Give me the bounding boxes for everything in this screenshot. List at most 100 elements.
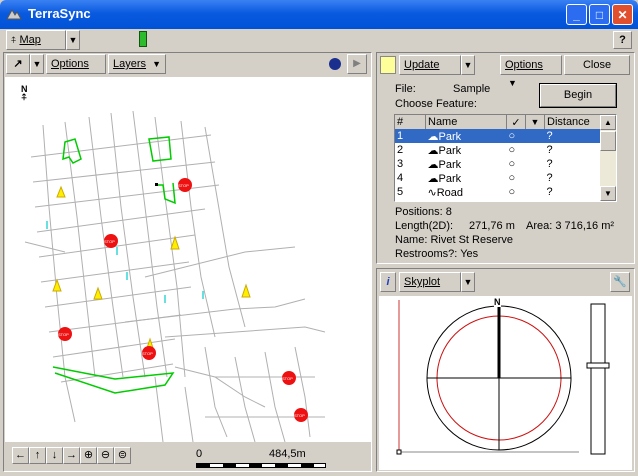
feature-list-header: # Name ✓ ▼ Distance xyxy=(395,115,601,129)
feature-list[interactable]: # Name ✓ ▼ Distance 1 ☁Park ○ ? 2 ☁Park … xyxy=(394,114,617,202)
play-button[interactable]: ▶ xyxy=(347,54,367,74)
table-row[interactable]: 1 ☁Park ○ ? xyxy=(395,129,601,143)
row-name: ☁Park xyxy=(426,171,507,185)
row-number: 2 xyxy=(397,144,404,156)
row-number: 4 xyxy=(397,172,404,184)
map-options-label: Options xyxy=(51,58,89,70)
stop-sign-label: STOP xyxy=(294,413,305,418)
map-canvas[interactable]: N ⍏ STOP STOP STOP STOP STOP STOP xyxy=(5,77,371,442)
table-row[interactable]: 5 ∿Road ○ ? xyxy=(395,185,601,199)
park-icon: ☁ xyxy=(427,172,439,185)
restrooms-text: Restrooms?: Yes xyxy=(395,248,479,260)
window-title: TerraSync xyxy=(28,6,91,21)
section-selector[interactable]: ⍏ Map xyxy=(6,30,66,50)
row-status-icon: ○ xyxy=(506,129,526,143)
scale-end-label: 484,5m xyxy=(269,448,306,460)
table-row[interactable]: 3 ☁Park ○ ? xyxy=(395,157,601,171)
feature-options-label: Options xyxy=(505,59,543,71)
pan-down-button[interactable]: ↓ xyxy=(46,447,63,464)
row-name: ☁Park xyxy=(426,157,507,171)
scale-start-label: 0 xyxy=(196,448,203,460)
zoom-out-button[interactable]: ⊖ xyxy=(97,447,114,464)
length-value: 271,76 m xyxy=(469,220,515,232)
row-distance: ? xyxy=(544,129,601,143)
row-distance: ? xyxy=(546,144,553,156)
skyplot-panel: i Skyplot ▼ 🔧 N xyxy=(376,268,635,472)
skyplot-view-label: Skyplot xyxy=(404,276,441,288)
scroll-thumb[interactable] xyxy=(600,131,616,151)
row-distance: ? xyxy=(546,172,553,184)
row-status-icon: ○ xyxy=(508,172,516,184)
row-name: ∿Road xyxy=(426,185,507,199)
update-label: Update xyxy=(404,59,440,71)
table-row[interactable]: 4 ☁Park ○ ? xyxy=(395,171,601,185)
gps-status-icon xyxy=(329,58,341,70)
row-name-text: Park xyxy=(438,144,462,157)
pan-left-button[interactable]: ← xyxy=(12,447,29,464)
feature-panel: Update ▼ Options ▼ Close File: Sample Ch… xyxy=(376,52,635,264)
wrench-icon[interactable]: 🔧 xyxy=(610,272,630,292)
map-options-button[interactable]: Options ▼ xyxy=(46,54,106,87)
select-tool-button[interactable]: ↗ xyxy=(6,54,30,74)
skyplot-drawing xyxy=(396,300,610,455)
help-button[interactable]: ? xyxy=(613,31,632,49)
maximize-button[interactable]: □ xyxy=(589,4,610,25)
stop-sign-label: STOP xyxy=(142,351,153,356)
col-check[interactable]: ✓ xyxy=(506,115,526,129)
section-label: Map xyxy=(19,34,41,46)
row-number: 3 xyxy=(397,158,404,170)
feature-name-text: Name: Rivet St Reserve xyxy=(395,234,513,246)
zoom-extents-button[interactable]: ⊜ xyxy=(114,447,131,464)
row-name-text: Park xyxy=(438,158,462,171)
update-dropdown[interactable]: ▼ xyxy=(461,55,475,75)
row-name-text: Road xyxy=(436,186,464,199)
row-name: ☁Park xyxy=(426,143,507,157)
row-status-icon: ○ xyxy=(508,144,516,156)
col-name[interactable]: Name xyxy=(425,115,507,129)
col-number[interactable]: # xyxy=(395,115,426,129)
choose-feature-label: Choose Feature: xyxy=(395,98,477,110)
table-row[interactable]: 2 ☁Park ○ ? xyxy=(395,143,601,157)
zoom-in-button[interactable]: ⊕ xyxy=(80,447,97,464)
minimize-button[interactable]: _ xyxy=(566,4,587,25)
elevation-slider-track xyxy=(590,303,606,455)
row-distance: ? xyxy=(546,186,553,198)
scroll-up-button[interactable]: ▲ xyxy=(600,115,616,130)
row-name-text: Park xyxy=(438,172,462,185)
section-icon: ⍏ xyxy=(11,35,17,45)
scroll-down-button[interactable]: ▼ xyxy=(600,186,616,201)
begin-button[interactable]: Begin xyxy=(539,83,617,108)
feature-close-button[interactable]: Close xyxy=(564,55,630,75)
file-value: Sample xyxy=(453,83,491,95)
row-status-icon: ○ xyxy=(508,186,516,198)
file-label: File: xyxy=(395,83,416,95)
app-icon xyxy=(6,7,22,21)
elevation-slider-thumb xyxy=(586,362,610,369)
col-filter[interactable]: ▼ xyxy=(525,115,545,129)
tool-dropdown[interactable]: ▼ xyxy=(30,54,44,74)
section-bar: ⍏ Map ▼ ? xyxy=(0,29,638,51)
view-dropdown[interactable]: ▼ xyxy=(461,272,475,292)
layers-button[interactable]: Layers ▼ xyxy=(108,54,166,74)
title-bar: TerraSync _ □ ✕ xyxy=(0,0,638,29)
stop-sign-label: STOP xyxy=(58,332,69,337)
feature-options-button[interactable]: Options ▼ xyxy=(500,55,562,88)
arrow-pointer-icon: ↗ xyxy=(13,58,23,70)
col-distance[interactable]: Distance xyxy=(545,115,602,129)
area-text: Area: 3 716,16 m² xyxy=(526,220,615,232)
battery-icon xyxy=(139,31,147,47)
park-icon: ☁ xyxy=(427,158,439,171)
stop-sign-label: STOP xyxy=(104,239,115,244)
row-number: 5 xyxy=(397,186,404,198)
close-window-button[interactable]: ✕ xyxy=(612,4,633,25)
update-button[interactable]: Update xyxy=(399,55,461,75)
stop-sign-label: STOP xyxy=(282,376,293,381)
map-panel: ↗ ▼ Options ▼ Layers ▼ ▶ N⍏ xyxy=(3,52,372,472)
feature-list-scrollbar[interactable]: ▲ ▼ xyxy=(600,115,616,201)
skyplot-view-button[interactable]: Skyplot xyxy=(399,272,461,292)
section-dropdown[interactable]: ▼ xyxy=(66,30,80,50)
pan-right-button[interactable]: → xyxy=(63,447,80,464)
info-icon[interactable]: i xyxy=(380,272,396,292)
pan-up-button[interactable]: ↑ xyxy=(29,447,46,464)
row-distance: ? xyxy=(546,158,553,170)
